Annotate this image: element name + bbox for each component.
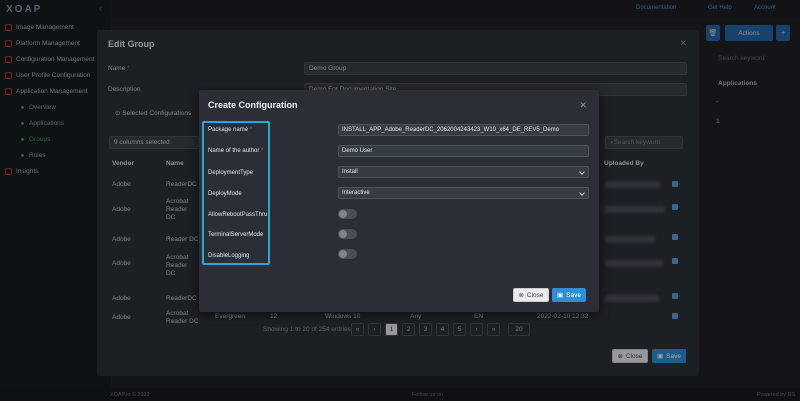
save-label: Save — [566, 291, 581, 299]
package-name-label: Package name * — [208, 127, 253, 133]
toggle-knob — [339, 230, 347, 238]
terminal-server-label: TerminalServerMode — [208, 232, 264, 238]
author-input[interactable]: Demo User — [338, 145, 589, 157]
deployment-type-value: Install — [342, 169, 358, 175]
close-label: Close — [526, 291, 544, 299]
toggle-knob — [339, 250, 347, 258]
save-icon: ▣ — [557, 292, 564, 299]
deploy-mode-select[interactable]: Interactive — [338, 187, 589, 199]
create-configuration-title: Create Configuration — [208, 100, 298, 110]
allow-reboot-label: AllowRebootPassThru — [208, 212, 268, 218]
save-button[interactable]: ▣ Save — [552, 288, 586, 302]
close-button[interactable]: ⊗ Close — [513, 288, 549, 302]
toggle-knob — [339, 210, 347, 218]
disable-logging-toggle[interactable] — [338, 249, 357, 259]
create-configuration-modal: Create Configuration ✕ Package name * IN… — [199, 90, 599, 312]
disable-logging-label: DisableLogging — [208, 253, 250, 259]
package-name-input[interactable]: INSTALL_APP_Adobe_ReaderDC_2062004243423… — [338, 124, 589, 136]
deploy-mode-value: Interactive — [342, 190, 370, 196]
label-text: Name of the author — [208, 148, 260, 154]
close-circle-icon: ⊗ — [518, 292, 524, 299]
deploy-mode-label: DeployMode — [208, 191, 242, 197]
deployment-type-label: DeploymentType — [208, 170, 254, 176]
terminal-server-toggle[interactable] — [338, 229, 357, 239]
author-label: Name of the author * — [208, 148, 264, 154]
label-text: Package name — [208, 127, 249, 133]
close-icon[interactable]: ✕ — [579, 100, 587, 111]
deployment-type-select[interactable]: Install — [338, 166, 589, 178]
allow-reboot-toggle[interactable] — [338, 209, 357, 219]
